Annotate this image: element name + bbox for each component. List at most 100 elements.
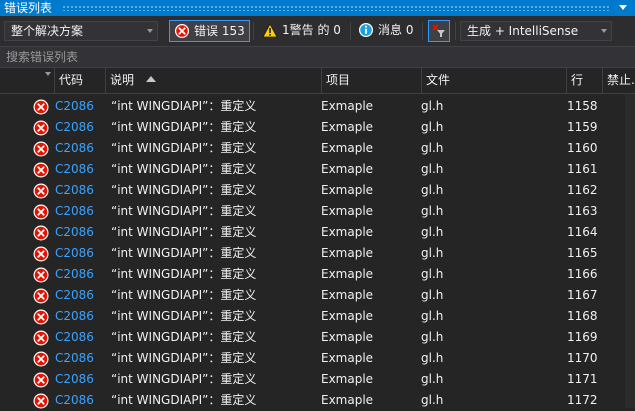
error-file: gl.h [421,309,444,323]
table-row[interactable]: C2086 “int WINGDIAPI”：重定义 Exmaple gl.h 1… [0,285,635,306]
error-circle-x-icon [33,141,49,157]
error-project: Exmaple [321,330,374,344]
error-description: “int WINGDIAPI”：重定义 [111,288,257,302]
source-chevron-down-icon [601,29,607,33]
warnings-filter-label: 1警告 的 0 [282,23,341,37]
column-header-file-label: 文件 [426,73,451,87]
table-row[interactable]: C2086 “int WINGDIAPI”：重定义 Exmaple gl.h 1… [0,222,635,243]
error-line: 1158 [567,99,598,113]
error-project: Exmaple [321,183,374,197]
column-chooser-icon[interactable] [45,72,51,76]
error-file: gl.h [421,246,444,260]
error-description: “int WINGDIAPI”：重定义 [111,99,257,113]
error-file: gl.h [421,225,444,239]
error-project: Exmaple [321,288,374,302]
errors-filter-button[interactable]: 错误 153 [169,20,250,42]
sort-ascending-icon [145,75,156,82]
error-description: “int WINGDIAPI”：重定义 [111,330,257,344]
table-row[interactable]: C2086 “int WINGDIAPI”：重定义 Exmaple gl.h 1… [0,180,635,201]
error-line: 1165 [567,246,598,260]
scope-dropdown-value: 整个解决方案 [11,24,84,38]
source-dropdown-value: 生成 + IntelliSense [467,24,579,38]
table-row[interactable]: C2086 “int WINGDIAPI”：重定义 Exmaple gl.h 1… [0,306,635,327]
error-line: 1169 [567,330,598,344]
error-code-link[interactable]: C2086 [55,369,94,390]
error-circle-x-icon [33,99,49,115]
clear-filter-button[interactable] [428,20,450,42]
error-file: gl.h [421,162,444,176]
info-circle-icon [359,23,373,37]
error-file: gl.h [421,372,444,386]
error-file: gl.h [421,183,444,197]
error-project: Exmaple [321,162,374,176]
error-list-titlebar: 错误列表 [0,0,635,16]
error-description: “int WINGDIAPI”：重定义 [111,162,257,176]
column-header-suppress-label: 禁止... [607,73,635,87]
error-circle-x-icon [33,162,49,178]
error-line: 1159 [567,120,598,134]
table-row[interactable]: C2086 “int WINGDIAPI”：重定义 Exmaple gl.h 1… [0,138,635,159]
error-code-link[interactable]: C2086 [55,201,94,222]
column-header-project[interactable]: 项目 [321,68,421,93]
error-list-toolbar: 整个解决方案 错误 153 1警告 的 0 消息 0 生成 + IntelliS… [0,16,635,46]
error-circle-x-icon [33,372,49,388]
table-row[interactable]: C2086 “int WINGDIAPI”：重定义 Exmaple gl.h 1… [0,369,635,390]
error-circle-x-icon [33,120,49,136]
error-code-link[interactable]: C2086 [55,96,94,117]
error-project: Exmaple [321,141,374,155]
scope-chevron-down-icon [147,29,153,33]
column-header-description[interactable]: 说明 [105,68,321,93]
error-line: 1168 [567,309,598,323]
table-row[interactable]: C2086 “int WINGDIAPI”：重定义 Exmaple gl.h 1… [0,96,635,117]
table-row[interactable]: C2086 “int WINGDIAPI”：重定义 Exmaple gl.h 1… [0,201,635,222]
error-description: “int WINGDIAPI”：重定义 [111,225,257,239]
error-circle-x-icon [33,309,49,325]
column-header-line[interactable]: 行 [566,68,602,93]
error-code-link[interactable]: C2086 [55,264,94,285]
warnings-filter-button[interactable]: 1警告 的 0 [258,20,346,42]
error-code-link[interactable]: C2086 [55,138,94,159]
source-dropdown[interactable]: 生成 + IntelliSense [460,21,612,41]
error-circle-x-icon [33,330,49,346]
error-line: 1167 [567,288,598,302]
error-code-link[interactable]: C2086 [55,159,94,180]
error-code-link[interactable]: C2086 [55,348,94,369]
error-project: Exmaple [321,309,374,323]
messages-filter-button[interactable]: 消息 0 [354,20,418,42]
column-header-suppress[interactable]: 禁止... [602,68,635,93]
search-input[interactable] [4,48,608,66]
error-code-link[interactable]: C2086 [55,222,94,243]
error-project: Exmaple [321,267,374,281]
error-circle-x-icon [175,24,189,38]
table-row[interactable]: C2086 “int WINGDIAPI”：重定义 Exmaple gl.h 1… [0,243,635,264]
table-row[interactable]: C2086 “int WINGDIAPI”：重定义 Exmaple gl.h 1… [0,117,635,138]
error-description: “int WINGDIAPI”：重定义 [111,183,257,197]
table-row[interactable]: C2086 “int WINGDIAPI”：重定义 Exmaple gl.h 1… [0,159,635,180]
window-menu-chevron-down-icon[interactable] [619,5,627,10]
column-header-row: 代码 说明 项目 文件 行 禁止... [0,68,635,94]
warning-triangle-icon [262,23,278,38]
vertical-scrollbar[interactable] [625,94,635,408]
error-code-link[interactable]: C2086 [55,180,94,201]
error-code-link[interactable]: C2086 [55,306,94,327]
error-file: gl.h [421,99,444,113]
error-project: Exmaple [321,99,374,113]
error-code-link[interactable]: C2086 [55,117,94,138]
error-file: gl.h [421,351,444,365]
toolbar-separator [422,22,423,40]
error-project: Exmaple [321,246,374,260]
error-code-link[interactable]: C2086 [55,327,94,348]
table-row[interactable]: C2086 “int WINGDIAPI”：重定义 Exmaple gl.h 1… [0,264,635,285]
error-description: “int WINGDIAPI”：重定义 [111,267,257,281]
scope-dropdown[interactable]: 整个解决方案 [4,21,158,41]
table-row[interactable]: C2086 “int WINGDIAPI”：重定义 Exmaple gl.h 1… [0,327,635,348]
error-code-link[interactable]: C2086 [55,285,94,306]
error-project: Exmaple [321,225,374,239]
error-code-link[interactable]: C2086 [55,243,94,264]
column-header-file[interactable]: 文件 [421,68,566,93]
column-header-line-label: 行 [571,73,584,87]
column-header-code[interactable]: 代码 [54,68,105,93]
search-bar [0,46,635,68]
table-row[interactable]: C2086 “int WINGDIAPI”：重定义 Exmaple gl.h 1… [0,348,635,369]
titlebar-grip[interactable] [62,5,611,11]
